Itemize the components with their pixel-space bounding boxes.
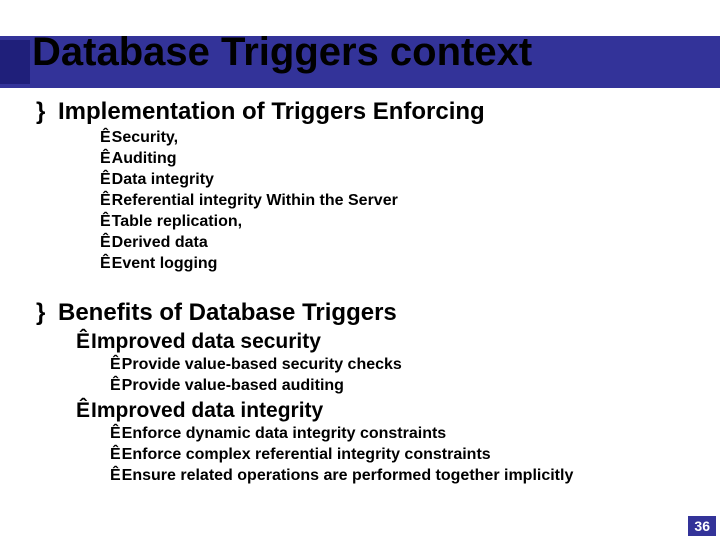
item-text: Security, xyxy=(112,129,178,146)
slide: Database Triggers context }Implementatio… xyxy=(0,0,720,540)
arrow-icon: Ê xyxy=(100,150,111,167)
arrow-icon: Ê xyxy=(76,330,90,353)
section-heading: }Benefits of Database Triggers xyxy=(36,299,710,327)
header-accent xyxy=(0,40,30,84)
list-item: ÊProvide value-based auditing xyxy=(110,376,710,396)
list-item: ÊData integrity xyxy=(100,170,710,190)
item-text: Event logging xyxy=(112,255,218,272)
item-text: Ensure related operations are performed … xyxy=(122,467,574,484)
page-number: 36 xyxy=(688,516,716,536)
list-item: ÊDerived data xyxy=(100,233,710,253)
slide-title: Database Triggers context xyxy=(32,30,532,74)
item-text: Provide value-based auditing xyxy=(122,377,344,394)
spacer xyxy=(36,275,710,293)
arrow-icon: Ê xyxy=(110,425,121,442)
subsection-heading: ÊImproved data integrity xyxy=(76,398,710,423)
arrow-icon: Ê xyxy=(100,171,111,188)
item-text: Table replication, xyxy=(112,213,242,230)
bullet-icon: } xyxy=(36,98,58,126)
arrow-icon: Ê xyxy=(100,129,111,146)
arrow-icon: Ê xyxy=(110,356,121,373)
list-item: ÊEnsure related operations are performed… xyxy=(110,466,710,486)
section-heading-text: Implementation of Triggers Enforcing xyxy=(58,98,485,125)
arrow-icon: Ê xyxy=(100,234,111,251)
list-item: ÊSecurity, xyxy=(100,128,710,148)
section-heading-text: Benefits of Database Triggers xyxy=(58,299,397,326)
list-item: ÊReferential integrity Within the Server xyxy=(100,191,710,211)
item-text: Data integrity xyxy=(112,171,214,188)
arrow-icon: Ê xyxy=(110,446,121,463)
list-item: ÊTable replication, xyxy=(100,212,710,232)
item-text: Referential integrity Within the Server xyxy=(112,192,398,209)
list-item: ÊEnforce dynamic data integrity constrai… xyxy=(110,424,710,444)
arrow-icon: Ê xyxy=(76,399,90,422)
subsection-text: Improved data security xyxy=(91,330,321,353)
list-item: ÊEvent logging xyxy=(100,254,710,274)
item-text: Auditing xyxy=(112,150,177,167)
list-item: ÊEnforce complex referential integrity c… xyxy=(110,445,710,465)
item-text: Enforce complex referential integrity co… xyxy=(122,446,491,463)
arrow-icon: Ê xyxy=(100,255,111,272)
list-item: ÊAuditing xyxy=(100,149,710,169)
list-item: ÊProvide value-based security checks xyxy=(110,355,710,375)
subsection-text: Improved data integrity xyxy=(91,399,323,422)
item-text: Provide value-based security checks xyxy=(122,356,402,373)
subsection-heading: ÊImproved data security xyxy=(76,329,710,354)
bullet-icon: } xyxy=(36,299,58,327)
arrow-icon: Ê xyxy=(100,192,111,209)
item-text: Enforce dynamic data integrity constrain… xyxy=(122,425,447,442)
arrow-icon: Ê xyxy=(100,213,111,230)
section-heading: }Implementation of Triggers Enforcing xyxy=(36,98,710,126)
content-area: }Implementation of Triggers Enforcing ÊS… xyxy=(36,92,710,487)
item-text: Derived data xyxy=(112,234,208,251)
arrow-icon: Ê xyxy=(110,467,121,484)
arrow-icon: Ê xyxy=(110,377,121,394)
